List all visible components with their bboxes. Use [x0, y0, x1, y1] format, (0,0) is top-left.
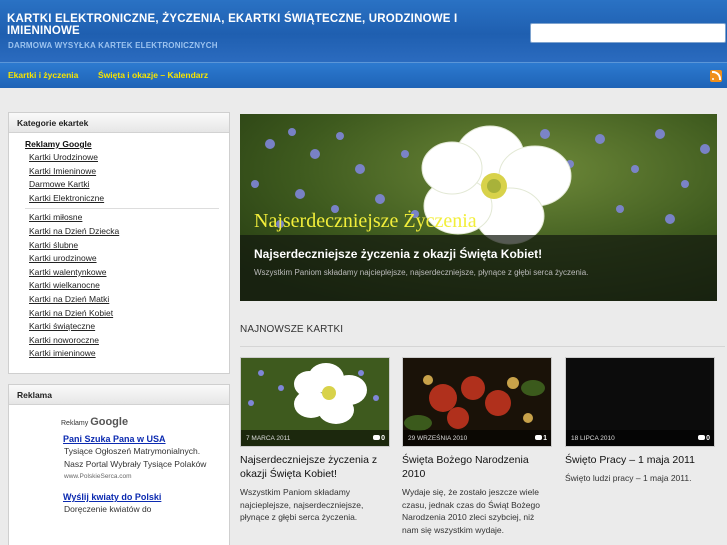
- latest-cards-title: NAJNOWSZE KARTKI: [240, 324, 344, 335]
- category-link[interactable]: Kartki miłosne: [29, 211, 229, 225]
- card-thumbnail[interactable]: 7 marca 2011 0: [240, 357, 390, 447]
- card-excerpt: Wszystkim Paniom składamy najcieplejsze,…: [240, 487, 364, 522]
- card-excerpt: Święto ludzi pracy – 1 maja 2011.: [565, 473, 692, 483]
- comment-icon: [373, 435, 381, 440]
- ad-link[interactable]: Darmowe Kartki: [29, 178, 229, 192]
- categories-widget: Kategorie ekartek Reklamy Google Kartki …: [8, 112, 230, 374]
- categories-title: Kategorie ekartek: [9, 113, 229, 133]
- category-link[interactable]: Kartki ślubne: [29, 239, 229, 253]
- comment-icon: [698, 435, 706, 440]
- ad-entry: Wyślij kwiaty do Polski Doręczenie kwiat…: [63, 492, 213, 516]
- card-item: 18 lipca 2010 0 Święto Pracy – 1 maja 20…: [565, 357, 715, 485]
- card-excerpt: Wydaje się, że zostało jeszcze wiele cza…: [402, 487, 540, 535]
- slide-description: Wszystkim Paniom składamy najcieplejsze,…: [254, 268, 589, 277]
- card-item: 29 września 2010 1 Święta Bożego Narodze…: [402, 357, 552, 536]
- slide-title[interactable]: Najserdeczniejsze życzenia z okazji Świę…: [254, 247, 542, 261]
- comment-count[interactable]: 0: [373, 435, 385, 442]
- category-link[interactable]: Kartki imieninowe: [29, 347, 229, 361]
- card-item: 7 marca 2011 0 Najserdeczniejsze życzeni…: [240, 357, 390, 524]
- ad-title-link[interactable]: Pani Szuka Pana w USA: [63, 434, 213, 444]
- ad-entry: Pani Szuka Pana w USA Tysiące Ogłoszeń M…: [63, 434, 213, 482]
- ad-title-link[interactable]: Wyślij kwiaty do Polski: [63, 492, 213, 502]
- category-link[interactable]: Kartki na Dzień Dziecka: [29, 225, 229, 239]
- search-box[interactable]: [530, 23, 726, 43]
- nav-item-ekartki[interactable]: Ekartki i życzenia: [8, 70, 78, 80]
- comment-icon: [535, 435, 543, 440]
- rss-icon[interactable]: [710, 70, 722, 82]
- category-link[interactable]: Kartki na Dzień Kobiet: [29, 307, 229, 321]
- ad-link[interactable]: Kartki Imieninowe: [29, 165, 229, 179]
- card-thumbnail[interactable]: 18 lipca 2010 0: [565, 357, 715, 447]
- card-date: 18 lipca 2010: [571, 435, 615, 442]
- category-link[interactable]: Kartki świąteczne: [29, 320, 229, 334]
- site-title[interactable]: KARTKI ELEKTRONICZNE, ŻYCZENIA, EKARTKI …: [7, 13, 487, 37]
- ad-link[interactable]: Kartki Elektroniczne: [29, 192, 229, 206]
- comment-count-value: 0: [381, 435, 385, 442]
- category-link[interactable]: Kartki walentynkowe: [29, 266, 229, 280]
- card-title[interactable]: Najserdeczniejsze życzenia z okazji Świę…: [240, 453, 390, 481]
- ads-by-google[interactable]: Reklamy Google: [61, 416, 229, 428]
- category-link[interactable]: Kartki urodzinowe: [29, 252, 229, 266]
- divider: [240, 346, 725, 347]
- card-thumbnail[interactable]: 29 września 2010 1: [402, 357, 552, 447]
- card-date: 29 września 2010: [408, 435, 468, 442]
- main-content: Najserdeczniejsze Życzenia Najserdecznie…: [238, 112, 727, 545]
- google-logo: Google: [90, 416, 129, 428]
- card-date: 7 marca 2011: [246, 435, 291, 442]
- comment-count-value: 1: [543, 435, 547, 442]
- category-link[interactable]: Kartki na Dzień Matki: [29, 293, 229, 307]
- search-input[interactable]: [531, 24, 725, 42]
- main-nav: Ekartki i życzenia Święta i okazje – Kal…: [0, 62, 727, 88]
- comment-count-value: 0: [706, 435, 710, 442]
- ad-link[interactable]: Kartki Urodzinowe: [29, 151, 229, 165]
- ad-url[interactable]: www.PolskieSerca.com: [63, 472, 213, 482]
- ad-text: Tysiące Ogłoszeń Matrymonialnych. Nasz P…: [64, 446, 207, 469]
- ads-title: Reklama: [9, 385, 229, 405]
- divider: [25, 208, 219, 210]
- nav-item-swieta-kalendarz[interactable]: Święta i okazje – Kalendarz: [98, 70, 208, 80]
- featured-slider[interactable]: Najserdeczniejsze Życzenia Najserdecznie…: [240, 114, 717, 301]
- ads-by-label: Reklamy: [61, 420, 89, 427]
- ad-text: Doręczenie kwiatów do: [64, 504, 152, 514]
- google-ads-title[interactable]: Reklamy Google: [25, 137, 229, 151]
- comment-count[interactable]: 0: [698, 435, 710, 442]
- card-title[interactable]: Święta Bożego Narodzenia 2010: [402, 453, 552, 481]
- featured-image-text: Najserdeczniejsze Życzenia: [254, 209, 477, 232]
- category-link[interactable]: Kartki wielkanocne: [29, 279, 229, 293]
- site-subtitle: DARMOWA WYSYŁKA KARTEK ELEKTRONICZNYCH: [8, 41, 218, 50]
- comment-count[interactable]: 1: [535, 435, 547, 442]
- ads-widget: Reklama Reklamy Google Pani Szuka Pana w…: [8, 384, 230, 545]
- card-title[interactable]: Święto Pracy – 1 maja 2011: [565, 453, 715, 467]
- category-link[interactable]: Kartki noworoczne: [29, 334, 229, 348]
- site-header: KARTKI ELEKTRONICZNE, ŻYCZENIA, EKARTKI …: [0, 0, 727, 62]
